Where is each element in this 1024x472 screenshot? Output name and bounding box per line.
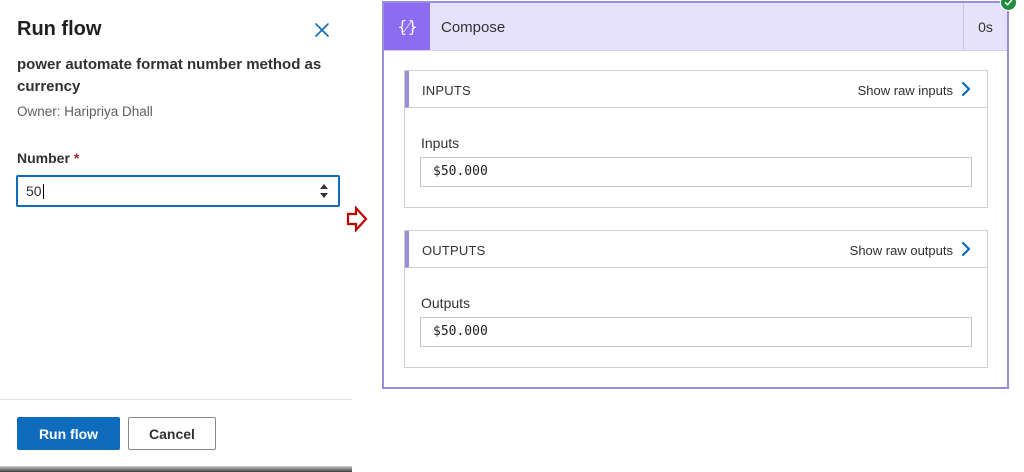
duration-badge: 0s	[963, 3, 1007, 50]
run-flow-panel: Run flow power automate format number me…	[0, 0, 352, 472]
inputs-value-box: $50.000	[420, 157, 972, 187]
number-input-value: 50	[26, 183, 44, 199]
cancel-button[interactable]: Cancel	[128, 417, 216, 450]
inputs-section-title: INPUTS	[422, 83, 471, 98]
text-caret	[42, 184, 44, 199]
compose-header[interactable]: {⁄} Compose 0s	[384, 3, 1007, 51]
outputs-section-header: OUTPUTS Show raw outputs	[405, 231, 987, 268]
stepper-icon[interactable]	[318, 181, 330, 201]
compose-icon-glyph: {⁄}	[397, 16, 418, 36]
number-label-text: Number	[17, 150, 70, 166]
required-marker: *	[73, 150, 80, 166]
number-field-label: Number *	[17, 150, 79, 166]
flow-owner: Owner: Haripriya Dhall	[17, 104, 153, 119]
show-raw-outputs-link[interactable]: Show raw outputs	[850, 243, 953, 258]
compose-action-card: {⁄} Compose 0s INPUTS Show raw inputs In…	[382, 1, 1009, 389]
outputs-section-title: OUTPUTS	[422, 243, 486, 258]
compose-curly-braces-icon: {⁄}	[384, 3, 430, 50]
number-input[interactable]: 50	[16, 175, 340, 207]
panel-footer-divider	[0, 399, 352, 400]
arrow-right-outline-icon	[346, 206, 368, 232]
chevron-right-icon[interactable]	[961, 81, 971, 97]
chevron-right-icon[interactable]	[961, 241, 971, 257]
inputs-value: $50.000	[433, 164, 488, 179]
outputs-section: OUTPUTS Show raw outputs Outputs $50.000	[404, 230, 988, 368]
inputs-field-label: Inputs	[421, 135, 460, 151]
panel-bottom-edge	[0, 466, 352, 472]
checkmark-circle-icon	[1000, 0, 1017, 11]
compose-title: Compose	[441, 19, 506, 36]
close-icon[interactable]	[313, 21, 331, 39]
number-value-text: 50	[26, 183, 42, 199]
show-raw-inputs-link[interactable]: Show raw inputs	[858, 83, 953, 98]
inputs-section-header: INPUTS Show raw inputs	[405, 71, 987, 108]
outputs-field-label: Outputs	[421, 295, 471, 311]
run-flow-button[interactable]: Run flow	[17, 417, 120, 450]
panel-title: Run flow	[17, 18, 102, 40]
inputs-section: INPUTS Show raw inputs Inputs $50.000	[404, 70, 988, 208]
outputs-value: $50.000	[433, 324, 488, 339]
flow-name: power automate format number method as c…	[17, 56, 322, 95]
outputs-value-box: $50.000	[420, 317, 972, 347]
screenshot-stage: Run flow power automate format number me…	[0, 0, 1024, 472]
checkmark-glyph	[1004, 0, 1013, 6]
